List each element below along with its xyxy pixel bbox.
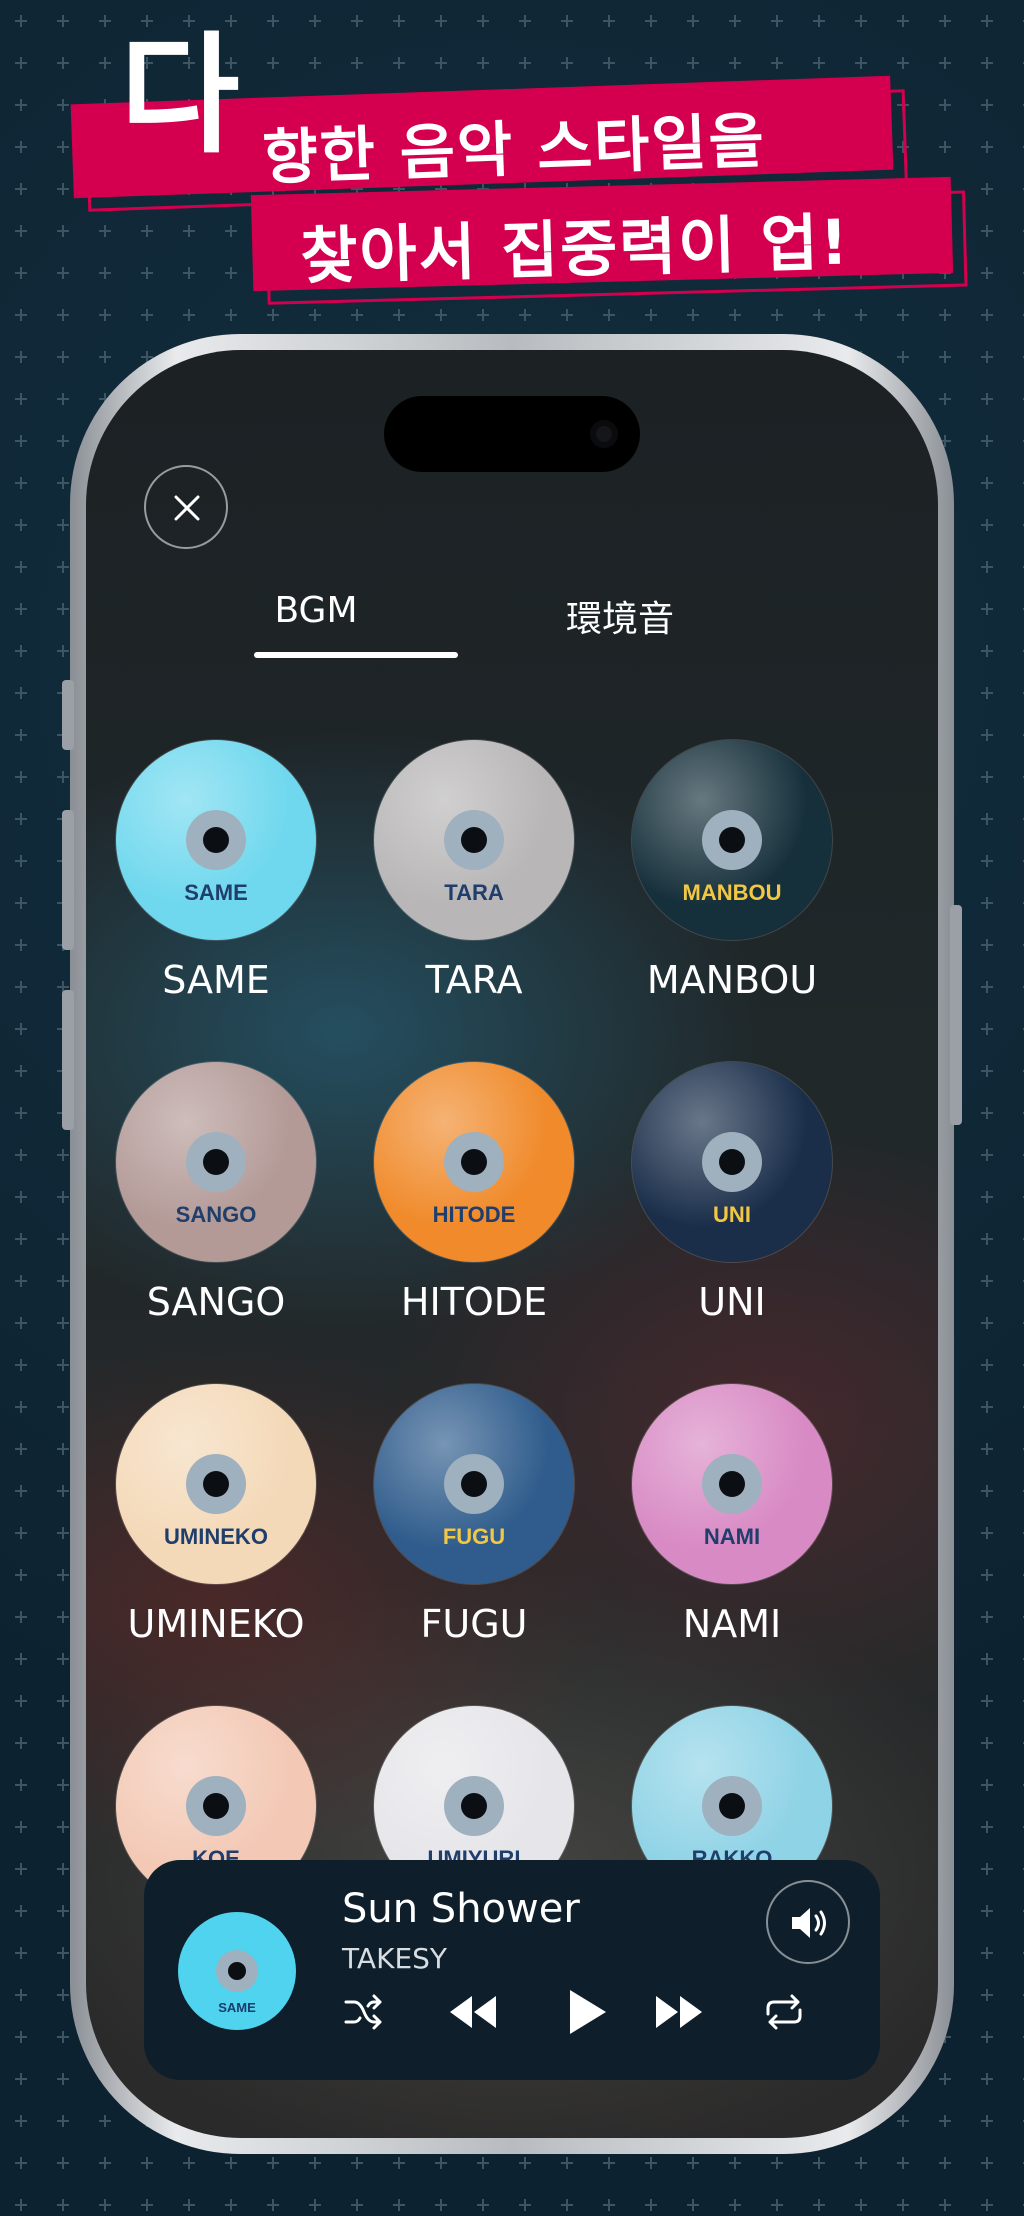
album-disc[interactable]: SANGO xyxy=(116,1062,316,1262)
headline-banner-2: 찾아서 집중력이 업! xyxy=(250,176,968,305)
album-item[interactable]: SAME SAME xyxy=(116,740,316,1002)
album-disc[interactable]: UMINEKO xyxy=(116,1384,316,1584)
album-item[interactable]: UNI UNI xyxy=(632,1062,832,1324)
album-disc-label: FUGU xyxy=(442,1524,506,1549)
album-name: TARA xyxy=(425,958,523,1002)
play-icon[interactable] xyxy=(562,1986,610,2038)
repeat-icon[interactable] xyxy=(762,1992,806,2032)
album-name: NAMI xyxy=(682,1602,782,1646)
album-item[interactable]: TARA TARA xyxy=(374,740,574,1002)
album-disc[interactable]: HITODE xyxy=(374,1062,574,1262)
album-disc-label: SANGO xyxy=(175,1202,257,1227)
album-disc-label: HITODE xyxy=(432,1202,516,1227)
camera-icon xyxy=(590,420,618,448)
album-item[interactable]: UMINEKO UMINEKO xyxy=(116,1384,316,1646)
album-disc-label: SAME xyxy=(184,880,248,905)
side-button xyxy=(62,990,74,1130)
album-disc[interactable]: MANBOU xyxy=(632,740,832,940)
track-title: Sun Shower xyxy=(342,1886,580,1932)
close-icon xyxy=(174,495,200,521)
mini-player: SAME Sun Shower TAKESY xyxy=(144,1860,880,2080)
rewind-icon[interactable] xyxy=(444,1992,500,2032)
tab-selected-indicator xyxy=(254,652,458,658)
shuffle-icon[interactable] xyxy=(342,1992,386,2032)
fast-forward-icon[interactable] xyxy=(652,1992,708,2032)
headline-big-char: 다 xyxy=(120,19,240,171)
album-item[interactable]: HITODE HITODE xyxy=(374,1062,574,1324)
headline: 향한 음악 스타일을 찾아서 집중력이 업! 다 xyxy=(0,0,1024,320)
album-name: FUGU xyxy=(420,1602,528,1646)
tab-bgm[interactable]: BGM xyxy=(186,590,446,631)
album-disc[interactable]: NAMI xyxy=(632,1384,832,1584)
headline-line-2: 찾아서 집중력이 업! xyxy=(299,205,852,293)
side-button xyxy=(62,810,74,950)
album-name: SAME xyxy=(162,958,270,1002)
album-disc-label: UMINEKO xyxy=(164,1524,268,1549)
now-playing-disc[interactable]: SAME xyxy=(178,1912,296,2030)
album-disc-label: TARA xyxy=(444,880,504,905)
album-item[interactable]: SANGO SANGO xyxy=(116,1062,316,1324)
album-disc-label: NAMI xyxy=(703,1524,761,1549)
now-playing-disc-label: SAME xyxy=(218,2000,256,2015)
album-disc[interactable]: UNI xyxy=(632,1062,832,1262)
album-disc-label: UNI xyxy=(713,1202,751,1227)
album-disc[interactable]: SAME xyxy=(116,740,316,940)
dynamic-island xyxy=(384,396,640,472)
album-name: HITODE xyxy=(400,1280,548,1324)
tab-bar: BGM 環境音 xyxy=(86,590,938,670)
side-button xyxy=(62,680,74,750)
phone-screen: BGM 環境音 SAME SAME TARA TARA MANBOU MANBOU SANG… xyxy=(86,350,938,2138)
album-name: UNI xyxy=(698,1280,766,1324)
volume-button[interactable] xyxy=(766,1880,850,1964)
close-button[interactable] xyxy=(144,465,228,549)
album-name: MANBOU xyxy=(646,958,818,1002)
album-disc[interactable]: TARA xyxy=(374,740,574,940)
headline-line-1: 향한 음악 스타일을 xyxy=(261,106,767,194)
album-item[interactable]: MANBOU MANBOU xyxy=(632,740,832,1002)
track-artist: TAKESY xyxy=(342,1942,448,1975)
album-item[interactable]: NAMI NAMI xyxy=(632,1384,832,1646)
album-disc[interactable]: FUGU xyxy=(374,1384,574,1584)
speaker-icon xyxy=(792,1908,826,1938)
album-name: UMINEKO xyxy=(127,1602,305,1646)
album-item[interactable]: FUGU FUGU xyxy=(374,1384,574,1646)
album-disc-label: MANBOU xyxy=(682,880,782,905)
tab-ambient-sound[interactable]: 環境音 xyxy=(490,590,750,642)
album-name: SANGO xyxy=(146,1280,286,1324)
side-button xyxy=(950,905,962,1125)
